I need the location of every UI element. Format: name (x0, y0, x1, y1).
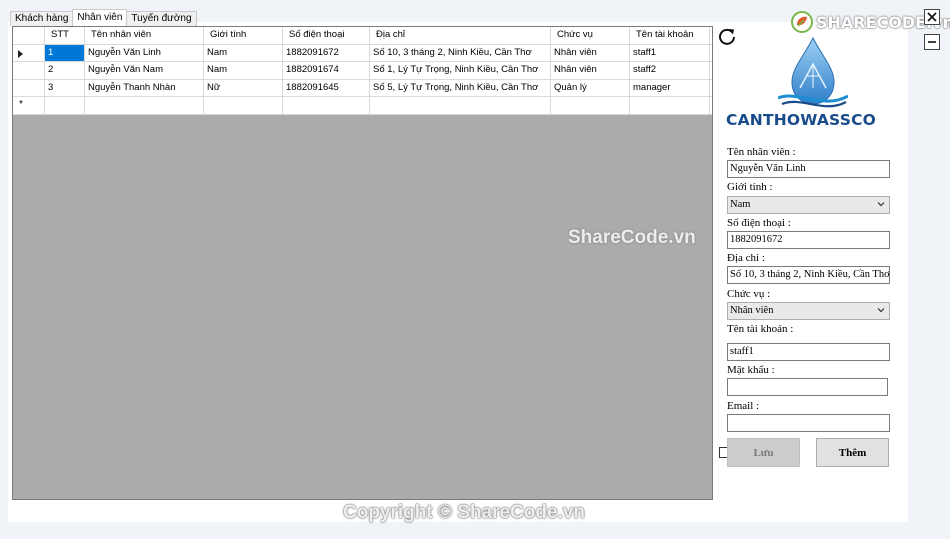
row-header[interactable] (13, 79, 45, 97)
employee-grid[interactable]: STT Tên nhân viên Giới tính Số điện thoạ… (12, 26, 713, 500)
table-cell[interactable]: Nữ (204, 79, 283, 97)
new-row-star-icon: * (19, 99, 23, 110)
sharecode-leaf-icon (791, 11, 813, 33)
column-header-address[interactable]: Địa chỉ (370, 27, 551, 45)
gender-label: Giới tính : (727, 181, 773, 193)
table-cell-empty[interactable] (630, 97, 710, 115)
header-filler (710, 27, 712, 45)
table-cell-empty[interactable] (283, 97, 370, 115)
table-cell[interactable]: Nam (204, 44, 283, 62)
role-select-value: Nhân viên (730, 305, 774, 316)
grid-header: STT Tên nhân viên Giới tính Số điện thoạ… (13, 27, 712, 45)
table-cell[interactable]: Nhân viên (551, 44, 630, 62)
row-filler (710, 45, 712, 62)
tab-customers[interactable]: Khách hàng (10, 11, 74, 26)
table-cell-empty[interactable] (204, 97, 283, 115)
minimize-button[interactable] (924, 34, 940, 50)
table-cell[interactable]: Nguyễn Văn Nam (85, 62, 204, 80)
password-label: Mật khẩu : (727, 364, 775, 376)
close-button[interactable] (924, 9, 940, 25)
row-header-current[interactable] (13, 44, 45, 62)
column-header-role[interactable]: Chức vụ (551, 27, 630, 45)
gender-select-value: Nam (730, 199, 751, 210)
account-input[interactable]: staff1 (727, 343, 890, 361)
table-cell[interactable]: Số 1, Lý Tự Trọng, Ninh Kiều, Cần Thơ (370, 62, 551, 80)
close-icon (927, 12, 937, 22)
account-label: Tên tài khoản : (727, 323, 794, 335)
table-cell[interactable]: staff1 (630, 44, 710, 62)
role-select[interactable]: Nhân viên (727, 302, 890, 320)
refresh-icon[interactable] (716, 26, 738, 48)
table-cell-empty[interactable] (45, 97, 85, 115)
company-logo-text: CANTHOWASSCO (726, 111, 877, 129)
column-header-gender[interactable]: Giới tính (204, 27, 283, 45)
address-input[interactable]: Số 10, 3 tháng 2, Ninh Kiều, Cần Thơ (727, 266, 890, 284)
table-cell[interactable]: 3 (45, 79, 85, 97)
current-row-arrow-icon (18, 49, 23, 58)
table-cell-empty[interactable] (370, 97, 551, 115)
row-filler (710, 97, 712, 115)
new-row[interactable]: * (13, 97, 712, 115)
tab-strip: Khách hàng Nhân viên Tuyến đường (10, 9, 197, 26)
copyright-watermark: Copyright © ShareCode.vn (343, 502, 586, 523)
add-button[interactable]: Thêm (816, 438, 889, 467)
table-cell[interactable]: 1 (45, 44, 85, 62)
address-label: Địa chỉ : (727, 252, 765, 264)
chevron-down-icon (877, 202, 885, 207)
password-input[interactable] (727, 378, 888, 396)
table-row[interactable]: 2 Nguyễn Văn Nam Nam 1882091674 Số 1, Lý… (13, 62, 712, 80)
employee-name-label: Tên nhân viên : (727, 146, 796, 158)
table-cell[interactable]: 2 (45, 62, 85, 80)
table-row[interactable]: 3 Nguyễn Thanh Nhàn Nữ 1882091645 Số 5, … (13, 79, 712, 97)
water-drop-logo-icon (778, 36, 848, 108)
tab-employees[interactable]: Nhân viên (72, 9, 128, 26)
phone-input[interactable]: 1882091672 (727, 231, 890, 249)
employee-name-input[interactable]: Nguyễn Văn Linh (727, 160, 890, 178)
table-cell-empty[interactable] (551, 97, 630, 115)
table-cell[interactable]: Nam (204, 62, 283, 80)
table-cell[interactable]: manager (630, 79, 710, 97)
table-cell[interactable]: 1882091672 (283, 44, 370, 62)
chevron-down-icon (877, 308, 885, 313)
table-cell-empty[interactable] (85, 97, 204, 115)
table-cell[interactable]: staff2 (630, 62, 710, 80)
phone-label: Số điện thoại : (727, 217, 791, 229)
table-cell[interactable]: Số 10, 3 tháng 2, Ninh Kiều, Cần Thơ (370, 44, 551, 62)
save-button[interactable]: Lưu (727, 438, 800, 467)
role-label: Chức vụ : (727, 288, 771, 300)
row-filler (710, 80, 712, 97)
table-cell[interactable]: 1882091645 (283, 79, 370, 97)
column-header-name[interactable]: Tên nhân viên (85, 27, 204, 45)
column-header-account[interactable]: Tên tài khoản (630, 27, 710, 45)
email-input[interactable] (727, 414, 890, 432)
tab-routes[interactable]: Tuyến đường (126, 11, 197, 26)
row-header-corner[interactable] (13, 27, 45, 45)
minimize-icon (928, 41, 936, 43)
watermark-text: ShareCode.vn (568, 227, 696, 248)
table-cell[interactable]: Quản lý (551, 79, 630, 97)
gender-select[interactable]: Nam (727, 196, 890, 214)
table-row[interactable]: 1 Nguyễn Văn Linh Nam 1882091672 Số 10, … (13, 44, 712, 62)
column-header-phone[interactable]: Số điện thoại (283, 27, 370, 45)
email-label: Email : (727, 400, 760, 412)
table-cell[interactable]: Nguyễn Văn Linh (85, 44, 204, 62)
table-cell[interactable]: Nhân viên (551, 62, 630, 80)
row-header[interactable] (13, 62, 45, 80)
row-header-new[interactable]: * (13, 97, 45, 115)
table-cell[interactable]: 1882091674 (283, 62, 370, 80)
table-cell[interactable]: Số 5, Lý Tự Trọng, Ninh Kiều, Cần Thơ (370, 79, 551, 97)
table-cell[interactable]: Nguyễn Thanh Nhàn (85, 79, 204, 97)
column-header-stt[interactable]: STT (45, 27, 85, 45)
row-filler (710, 62, 712, 80)
